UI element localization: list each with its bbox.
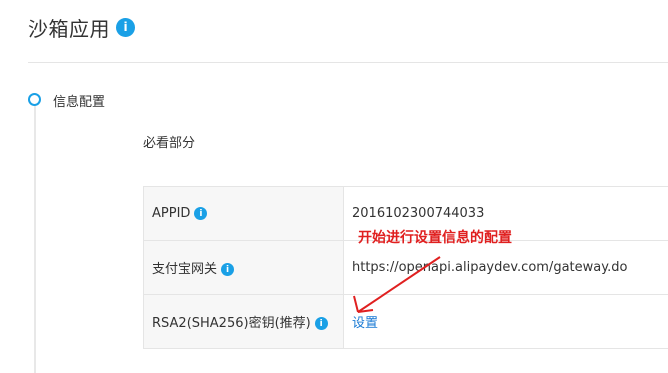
info-icon[interactable]: i (314, 317, 328, 330)
rsa2-label: RSA2(SHA256)密钥(推荐) (152, 316, 311, 331)
info-icon[interactable]: i (194, 207, 208, 220)
row-label-cell: RSA2(SHA256)密钥(推荐) i (143, 294, 344, 349)
timeline-step-icon (28, 93, 41, 106)
info-icon[interactable]: i (221, 263, 235, 276)
row-label-cell: 支付宝网关 i (143, 240, 344, 295)
config-table: APPID i 2016102300744033 支付宝网关 i https://o… (143, 186, 668, 349)
gateway-value: https://openapi.alipaydev.com/gateway.do (343, 240, 668, 295)
header-divider (28, 62, 668, 63)
section-title: 信息配置 (53, 95, 106, 110)
appid-label: APPID (152, 206, 191, 221)
info-icon[interactable]: i (116, 17, 135, 37)
rsa2-settings-link[interactable]: 设置 (352, 316, 378, 331)
section-subtitle: 必看部分 (143, 136, 196, 151)
rsa2-value-cell: 设置 (343, 294, 668, 349)
timeline-line (34, 106, 36, 373)
table-row-gateway: 支付宝网关 i https://openapi.alipaydev.com/gat… (143, 240, 668, 295)
page-title: 沙箱应用 (28, 16, 110, 41)
table-row-rsa2: RSA2(SHA256)密钥(推荐) i 设置 (143, 294, 668, 349)
annotation-text: 开始进行设置信息的配置 (358, 230, 512, 246)
page-header: 沙箱应用 i (28, 13, 135, 41)
row-label-cell: APPID i (143, 186, 344, 241)
gateway-label: 支付宝网关 (152, 262, 218, 277)
